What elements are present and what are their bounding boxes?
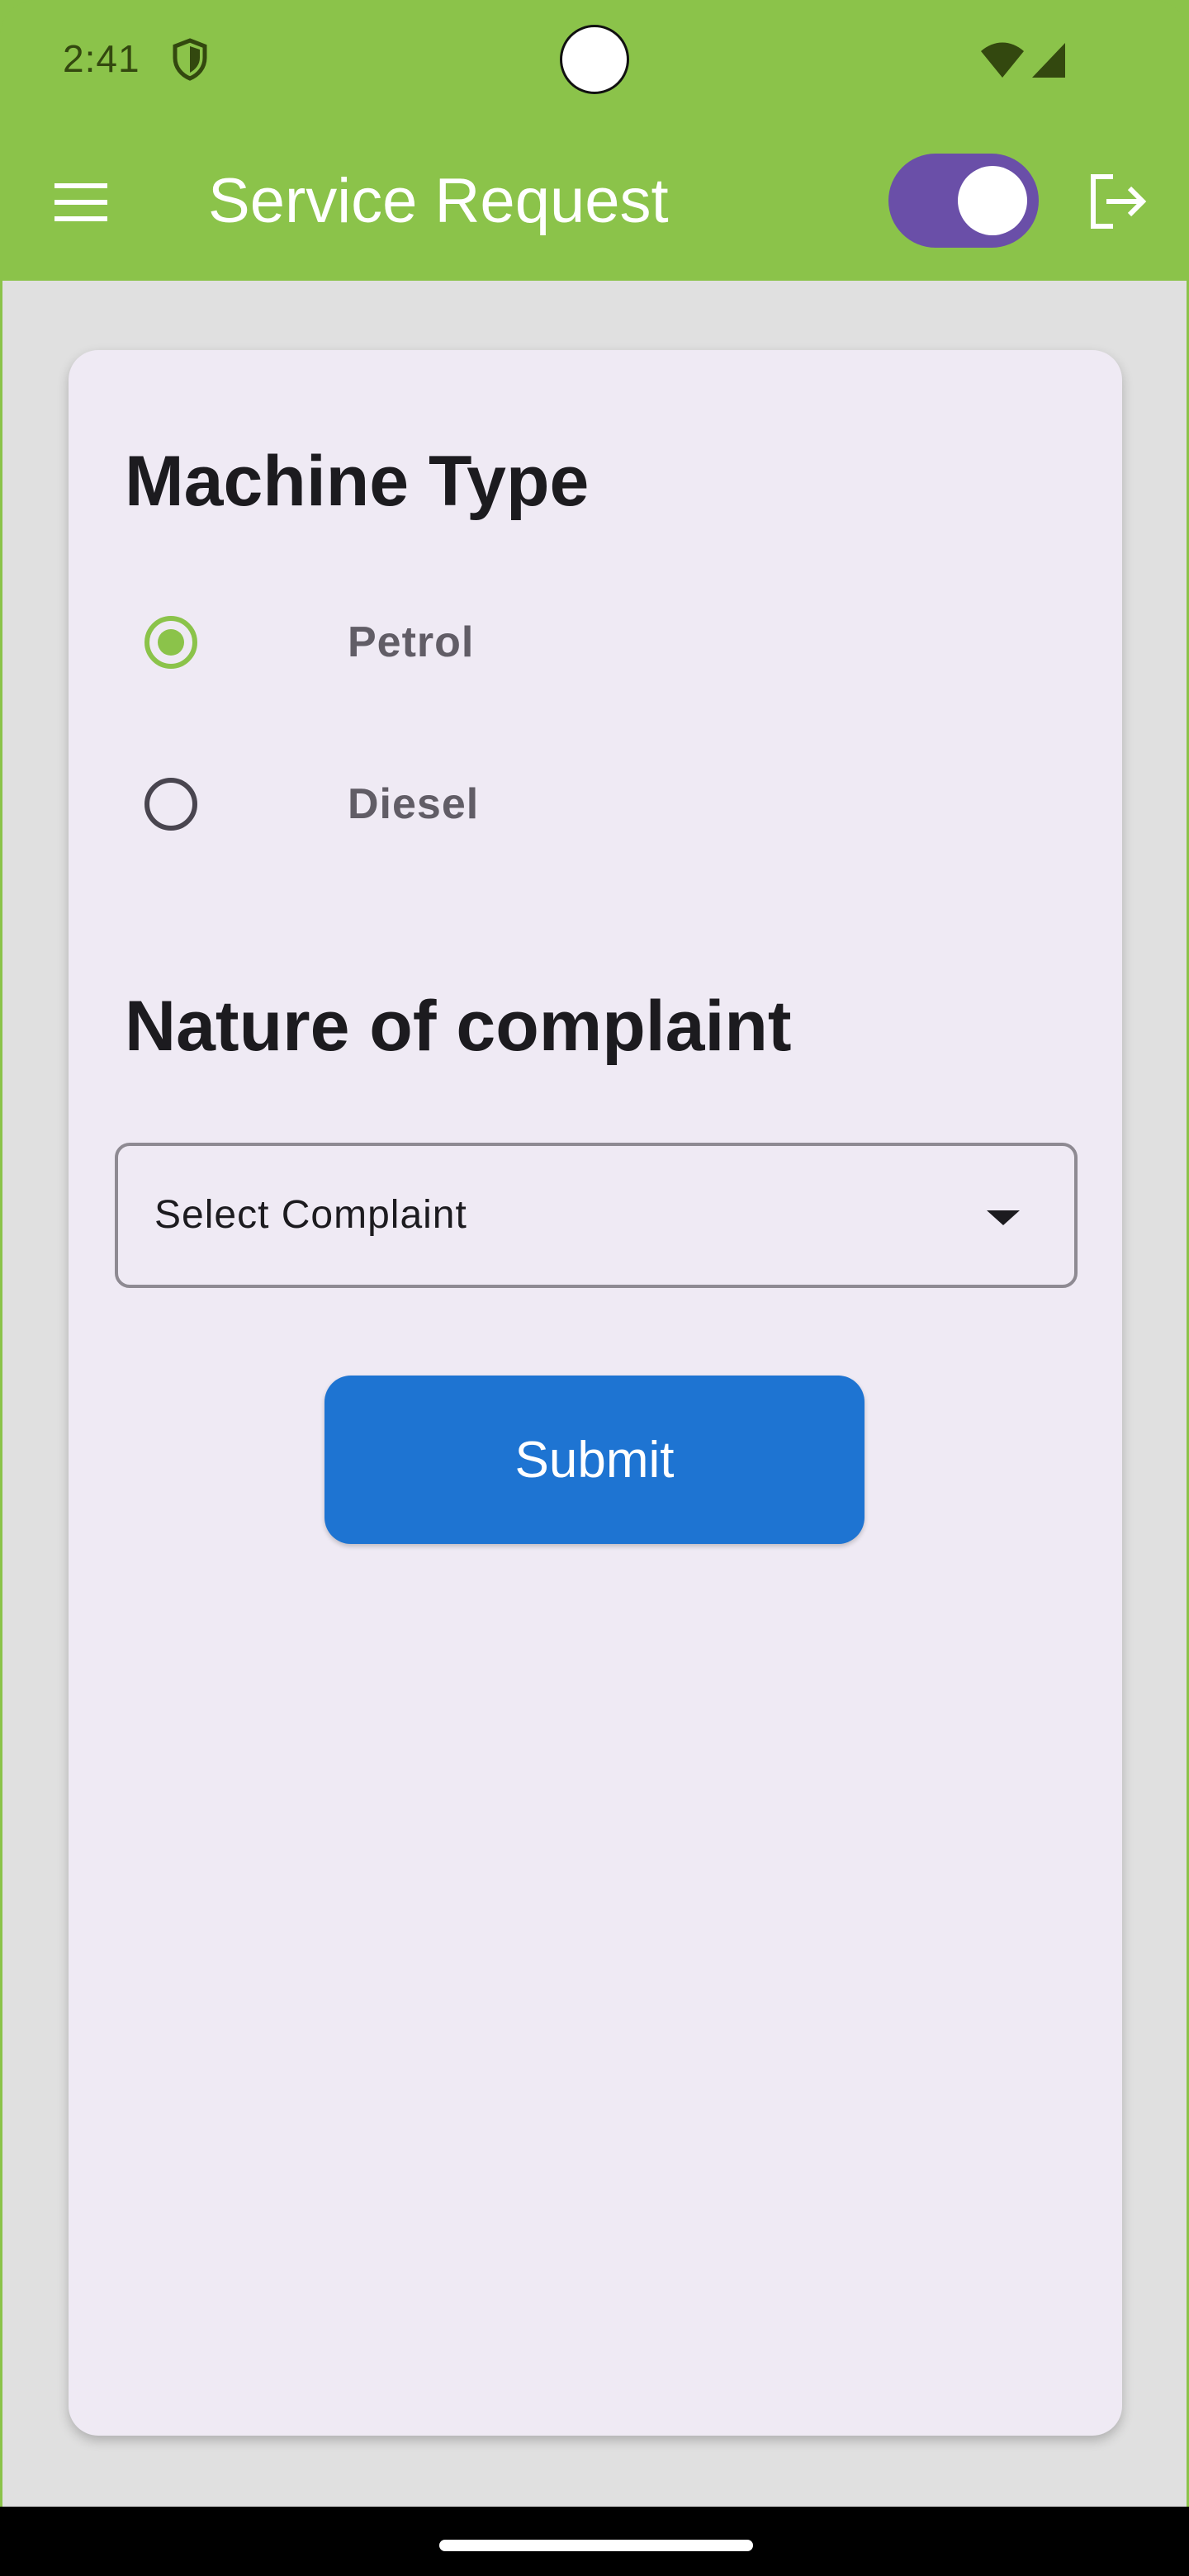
- complaint-dropdown-value: Select Complaint: [154, 1193, 467, 1237]
- status-bar: 2:41: [0, 0, 1189, 124]
- machine-type-heading: Machine Type: [125, 442, 590, 521]
- menu-icon[interactable]: [51, 178, 111, 226]
- radio-petrol-label: Petrol: [348, 618, 475, 666]
- theme-toggle[interactable]: [888, 154, 1039, 248]
- dropdown-arrow-icon: [987, 1210, 1020, 1225]
- radio-diesel-label: Diesel: [348, 780, 480, 828]
- page-title: Service Request: [208, 166, 669, 236]
- radio-diesel[interactable]: Diesel: [144, 765, 640, 844]
- shield-icon: [173, 38, 207, 81]
- radio-dot: [158, 629, 184, 656]
- toggle-knob: [958, 166, 1027, 235]
- radio-unselected-icon[interactable]: [144, 778, 197, 831]
- submit-button[interactable]: Submit: [324, 1376, 865, 1544]
- system-nav-bar: [0, 2507, 1189, 2576]
- radio-selected-icon[interactable]: [144, 616, 197, 669]
- complaint-dropdown[interactable]: Select Complaint: [115, 1143, 1078, 1288]
- status-time: 2:41: [63, 37, 140, 80]
- app-bar: Service Request: [0, 124, 1189, 281]
- service-form-card: Machine Type Petrol Diesel Nature of com…: [69, 350, 1122, 2436]
- phone-screen: 2:41 Service Request Machine Type Petrol…: [0, 0, 1189, 2576]
- complaint-heading: Nature of complaint: [125, 987, 792, 1066]
- wifi-icon: [981, 42, 1024, 78]
- content-area: Machine Type Petrol Diesel Nature of com…: [2, 281, 1187, 2507]
- logout-icon[interactable]: [1087, 170, 1149, 233]
- radio-petrol[interactable]: Petrol: [144, 603, 640, 682]
- home-gesture-handle[interactable]: [439, 2540, 753, 2551]
- camera-cutout: [560, 25, 629, 94]
- signal-icon: [1032, 43, 1065, 78]
